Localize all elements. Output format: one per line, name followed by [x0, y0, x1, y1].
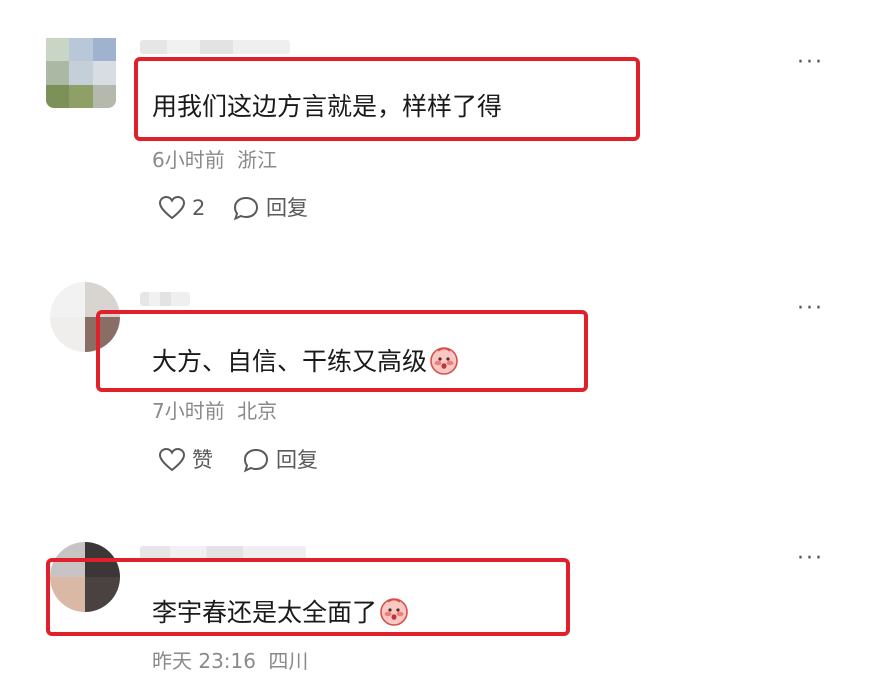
- more-options-button[interactable]: ···: [797, 548, 824, 570]
- like-button[interactable]: 赞: [158, 447, 213, 473]
- comment-location: 四川: [268, 649, 309, 673]
- heart-icon: [158, 447, 186, 472]
- comment-text: 李宇春还是太全面了: [152, 596, 409, 626]
- like-label: 赞: [192, 447, 213, 472]
- comment-item: ··· 李宇春还是太全面了 昨天 23:16 四川: [0, 0, 874, 671]
- comment-time: 7小时前: [152, 399, 225, 423]
- comment-text-body: 李宇春还是太全面了: [152, 598, 378, 627]
- blushing-face-icon: [430, 347, 458, 375]
- comment-bubble-icon: [243, 448, 269, 473]
- more-options-button[interactable]: ···: [797, 298, 824, 320]
- comment-text: 大方、自信、干练又高级: [152, 345, 459, 375]
- comment-location: 北京: [237, 399, 278, 423]
- comment-meta: 7小时前 北京: [152, 401, 277, 421]
- blushing-face-icon: [380, 598, 408, 626]
- comment-text-body: 大方、自信、干练又高级: [152, 347, 428, 376]
- username-blurred[interactable]: [140, 292, 190, 306]
- reply-label: 回复: [276, 447, 318, 472]
- reply-button[interactable]: 回复: [242, 447, 318, 473]
- comment-meta: 昨天 23:16 四川: [152, 651, 308, 671]
- comment-time: 昨天 23:16: [152, 649, 256, 673]
